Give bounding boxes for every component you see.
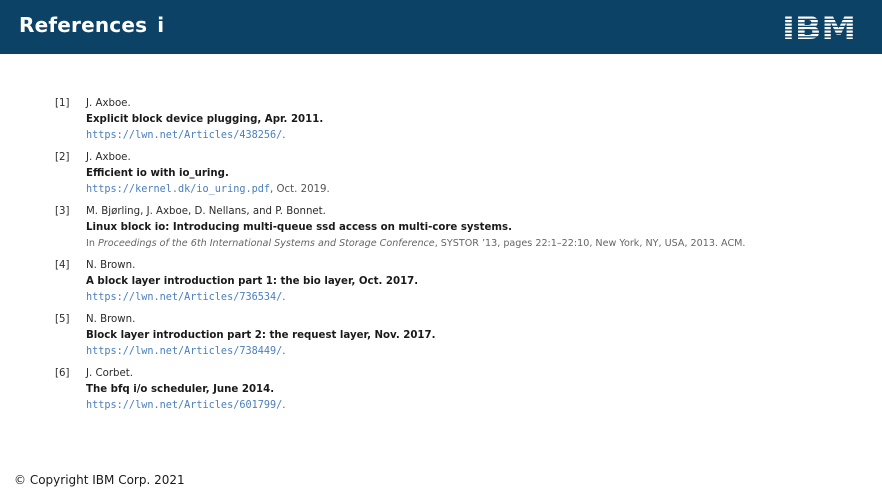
reference-item: [3] M. Bjørling, J. Axboe, D. Nellans, a… <box>55 204 855 252</box>
reference-authors: N. Brown. <box>86 260 136 271</box>
reference-tail: . <box>282 400 286 411</box>
reference-title: Block layer introduction part 2: the req… <box>86 330 436 341</box>
reference-link-line: https://lwn.net/Articles/738449/. <box>86 344 855 360</box>
ibm-logo: IBM <box>782 13 856 41</box>
reference-url-link[interactable]: https://lwn.net/Articles/601799/ <box>86 400 282 411</box>
slide-title-suffix: i <box>157 13 165 37</box>
ibm-logo-text: IBM <box>782 13 856 41</box>
reference-url-link[interactable]: https://lwn.net/Articles/736534/ <box>86 292 282 303</box>
reference-body: N. Brown. Block layer introduction part … <box>86 312 855 360</box>
publication-details: , SYSTOR ’13, pages 22:1–22:10, New York… <box>434 238 746 249</box>
reference-tail: . <box>282 346 286 357</box>
slide-title: References i <box>19 13 164 37</box>
reference-url-link[interactable]: https://lwn.net/Articles/438256/ <box>86 130 282 141</box>
reference-link-line: https://lwn.net/Articles/438256/. <box>86 128 855 144</box>
reference-authors: N. Brown. <box>86 314 136 325</box>
reference-item: [2] J. Axboe. Efficient io with io_uring… <box>55 150 855 198</box>
reference-item: [5] N. Brown. Block layer introduction p… <box>55 312 855 360</box>
reference-tail: . <box>282 292 286 303</box>
reference-publication: In Proceedings of the 6th International … <box>86 236 855 252</box>
reference-number: [4] <box>55 260 70 271</box>
reference-tail: , Oct. 2019. <box>270 184 330 195</box>
reference-number: [6] <box>55 368 70 379</box>
reference-item: [1] J. Axboe. Explicit block device plug… <box>55 96 855 144</box>
reference-authors: J. Corbet. <box>86 368 133 379</box>
slide-title-text: References <box>19 13 148 37</box>
reference-link-line: https://lwn.net/Articles/601799/. <box>86 398 855 414</box>
reference-authors: M. Bjørling, J. Axboe, D. Nellans, and P… <box>86 206 326 217</box>
reference-body: J. Axboe. Explicit block device plugging… <box>86 96 855 144</box>
reference-number: [3] <box>55 206 70 217</box>
reference-url-link[interactable]: https://lwn.net/Articles/738449/ <box>86 346 282 357</box>
reference-body: M. Bjørling, J. Axboe, D. Nellans, and P… <box>86 204 855 252</box>
copyright-footer: © Copyright IBM Corp. 2021 <box>14 473 185 487</box>
reference-body: N. Brown. A block layer introduction par… <box>86 258 855 306</box>
reference-link-line: https://lwn.net/Articles/736534/. <box>86 290 855 306</box>
reference-list: [1] J. Axboe. Explicit block device plug… <box>55 96 855 414</box>
reference-body: J. Corbet. The bfq i/o scheduler, June 2… <box>86 366 855 414</box>
reference-title: Linux block io: Introducing multi-queue … <box>86 222 512 233</box>
publication-venue: Proceedings of the 6th International Sys… <box>97 238 435 249</box>
reference-tail: . <box>282 130 286 141</box>
reference-item: [4] N. Brown. A block layer introduction… <box>55 258 855 306</box>
reference-body: J. Axboe. Efficient io with io_uring. ht… <box>86 150 855 198</box>
reference-title: A block layer introduction part 1: the b… <box>86 276 419 287</box>
reference-title: Explicit block device plugging, Apr. 201… <box>86 114 324 125</box>
reference-number: [5] <box>55 314 70 325</box>
reference-number: [1] <box>55 98 70 109</box>
reference-authors: J. Axboe. <box>86 98 131 109</box>
reference-item: [6] J. Corbet. The bfq i/o scheduler, Ju… <box>55 366 855 414</box>
reference-link-line: https://kernel.dk/io_uring.pdf, Oct. 201… <box>86 182 855 198</box>
reference-authors: J. Axboe. <box>86 152 131 163</box>
reference-url-link[interactable]: https://kernel.dk/io_uring.pdf <box>86 184 270 195</box>
publication-prefix: In <box>86 238 98 249</box>
reference-number: [2] <box>55 152 70 163</box>
slide-header: References i IBM <box>0 0 882 54</box>
reference-title: The bfq i/o scheduler, June 2014. <box>86 384 275 395</box>
reference-title: Efficient io with io_uring. <box>86 168 229 179</box>
